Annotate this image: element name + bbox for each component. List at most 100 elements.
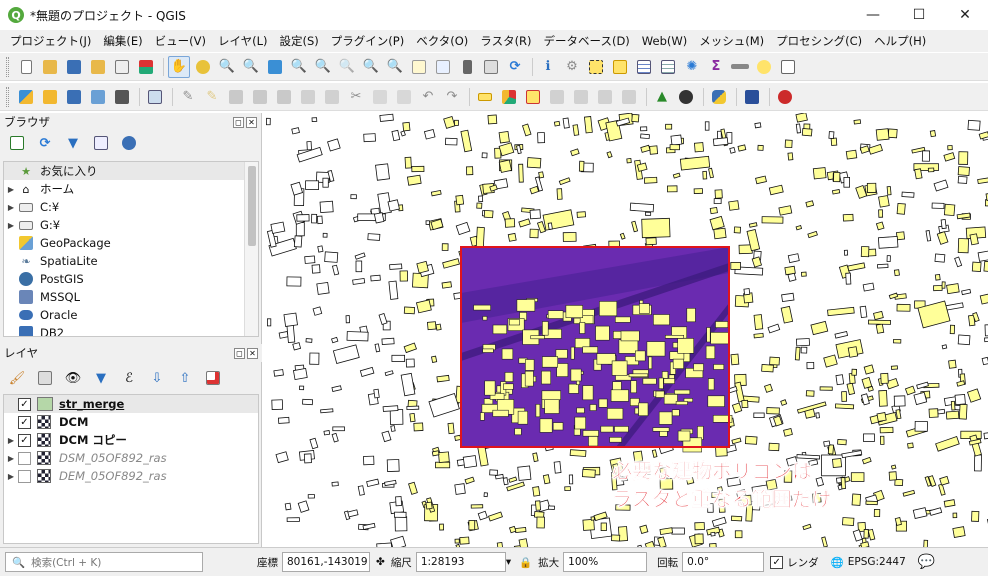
add-mesh-layer-icon[interactable] — [87, 86, 109, 108]
properties-icon[interactable] — [118, 132, 140, 154]
new-3d-view-icon[interactable] — [432, 56, 454, 78]
expand-arrow-icon[interactable]: ▶ — [4, 203, 18, 212]
layer-visibility-checkbox[interactable] — [18, 451, 31, 465]
rotation-field[interactable]: 0.0° — [682, 552, 765, 572]
toolbar-grip[interactable] — [6, 86, 9, 107]
show-bookmarks-icon[interactable] — [480, 56, 502, 78]
layer-visibility-checkbox[interactable]: ✓ — [18, 433, 31, 447]
actions-icon[interactable]: ⚙ — [561, 56, 583, 78]
help-icon[interactable] — [741, 86, 763, 108]
vertex-tool-icon[interactable] — [273, 86, 295, 108]
menu-processing[interactable]: プロセシング(C) — [770, 33, 868, 49]
render-checkbox[interactable]: ✓ — [770, 555, 784, 569]
layer-visibility-checkbox[interactable] — [18, 469, 31, 483]
layer-row-dem[interactable]: ▶ DEM_05OF892_ras — [4, 467, 258, 485]
osm-icon[interactable] — [675, 86, 697, 108]
menu-web[interactable]: Web(W) — [636, 34, 693, 48]
crs-button[interactable]: EPSG:2447 — [848, 556, 906, 568]
filter-legend-icon[interactable]: ▼ — [90, 367, 112, 389]
change-label-icon[interactable] — [618, 86, 640, 108]
statistics-icon[interactable]: Σ — [705, 56, 727, 78]
save-as-icon[interactable] — [87, 56, 109, 78]
pin-labels-icon[interactable] — [522, 86, 544, 108]
save-edits-icon[interactable] — [225, 86, 247, 108]
browser-item-favorites[interactable]: ★ お気に入り — [4, 162, 258, 180]
map-canvas[interactable]: 必要な建物ポリゴンは ラスタと重なる範囲だけ — [266, 113, 988, 547]
new-project-icon[interactable] — [15, 56, 37, 78]
visibility-icon[interactable]: 👁 — [62, 367, 84, 389]
expand-arrow-icon[interactable]: ▶ — [4, 436, 18, 445]
close-panel-icon[interactable]: ✕ — [247, 347, 258, 359]
expand-arrow-icon[interactable]: ▶ — [4, 221, 18, 230]
menu-vector[interactable]: ベクタ(O) — [410, 33, 474, 49]
coordinate-field[interactable]: 80161,-143019 — [282, 552, 370, 572]
browser-scrollbar[interactable] — [244, 162, 258, 336]
new-shapefile-icon[interactable] — [144, 86, 166, 108]
show-hide-labels-icon[interactable] — [546, 86, 568, 108]
menu-settings[interactable]: 設定(S) — [274, 33, 325, 49]
deselect-icon[interactable] — [609, 56, 631, 78]
toggle-extents-icon[interactable]: ✤ — [376, 556, 385, 568]
browser-item-db2[interactable]: DB2 — [4, 324, 258, 336]
maximize-button[interactable]: ☐ — [896, 0, 942, 30]
modify-attributes-icon[interactable] — [297, 86, 319, 108]
close-panel-icon[interactable]: ✕ — [246, 116, 257, 128]
layer-visibility-checkbox[interactable]: ✓ — [18, 415, 31, 429]
zoom-to-layer-icon[interactable]: 🔍 — [312, 56, 334, 78]
layer-visibility-checkbox[interactable]: ✓ — [18, 397, 31, 411]
refresh-icon[interactable]: ⟳ — [34, 132, 56, 154]
zoom-out-icon[interactable]: 🔍 — [240, 56, 262, 78]
current-edits-icon[interactable]: ✎ — [177, 86, 199, 108]
expand-arrow-icon[interactable]: ▶ — [4, 185, 18, 194]
menu-plugins[interactable]: プラグイン(P) — [325, 33, 410, 49]
crs-globe-icon[interactable]: 🌐 — [831, 556, 844, 569]
bookmark-icon[interactable] — [456, 56, 478, 78]
minimize-button[interactable]: — — [850, 0, 896, 30]
zoom-last-icon[interactable]: 🔍 — [360, 56, 382, 78]
select-features-icon[interactable] — [585, 56, 607, 78]
vector-symbol-swatch[interactable] — [37, 397, 53, 411]
browser-item-oracle[interactable]: Oracle — [4, 306, 258, 324]
map-tips-icon[interactable] — [753, 56, 775, 78]
menu-database[interactable]: データベース(D) — [538, 33, 636, 49]
layer-row-dcm-copy[interactable]: ▶ ✓ DCM コピー — [4, 431, 258, 449]
pan-to-selection-icon[interactable] — [192, 56, 214, 78]
menu-help[interactable]: ヘルプ(H) — [868, 33, 932, 49]
close-button[interactable]: ✕ — [942, 0, 988, 30]
scale-field[interactable]: 1:28193 — [415, 552, 506, 572]
messages-icon[interactable]: 💬 — [918, 554, 935, 570]
add-feature-icon[interactable] — [249, 86, 271, 108]
data-source-manager-icon[interactable] — [15, 86, 37, 108]
attribute-table-icon[interactable] — [633, 56, 655, 78]
layer-row-dcm[interactable]: ✓ DCM — [4, 413, 258, 431]
browser-item-g-drive[interactable]: ▶ G:¥ — [4, 216, 258, 234]
add-raster-layer-icon[interactable] — [63, 86, 85, 108]
measure-icon[interactable] — [729, 56, 751, 78]
rotate-label-icon[interactable] — [594, 86, 616, 108]
identify-icon[interactable]: ℹ — [537, 56, 559, 78]
python-console-icon[interactable] — [708, 86, 730, 108]
toolbar-grip[interactable] — [6, 56, 9, 77]
open-project-icon[interactable] — [39, 56, 61, 78]
expand-arrow-icon[interactable]: ▶ — [4, 454, 18, 463]
remove-layer-icon[interactable] — [202, 367, 224, 389]
zoom-in-icon[interactable]: 🔍 — [216, 56, 238, 78]
expand-arrow-icon[interactable]: ▶ — [4, 472, 18, 481]
copy-features-icon[interactable] — [369, 86, 391, 108]
zoom-to-selection-icon[interactable]: 🔍 — [288, 56, 310, 78]
menu-mesh[interactable]: メッシュ(M) — [693, 33, 770, 49]
add-group-icon[interactable] — [34, 367, 56, 389]
menu-layer[interactable]: レイヤ(L) — [212, 33, 274, 49]
layer-styling-icon[interactable]: 🖌 — [6, 367, 28, 389]
refresh-icon[interactable]: ⟳ — [504, 56, 526, 78]
diagram-icon[interactable] — [498, 86, 520, 108]
browser-item-spatialite[interactable]: ❧ SpatiaLite — [4, 252, 258, 270]
layer-row-dsm[interactable]: ▶ DSM_05OF892_ras — [4, 449, 258, 467]
menu-edit[interactable]: 編集(E) — [97, 33, 148, 49]
layer-row-str-merge[interactable]: ✓ str_merge — [4, 395, 258, 413]
scale-dropdown-icon[interactable]: ▾ — [506, 556, 511, 568]
float-panel-icon[interactable]: ◻ — [233, 116, 244, 128]
zoom-native-icon[interactable]: 🔍 — [336, 56, 358, 78]
add-vector-layer-icon[interactable] — [39, 86, 61, 108]
plugin-icon[interactable] — [774, 86, 796, 108]
